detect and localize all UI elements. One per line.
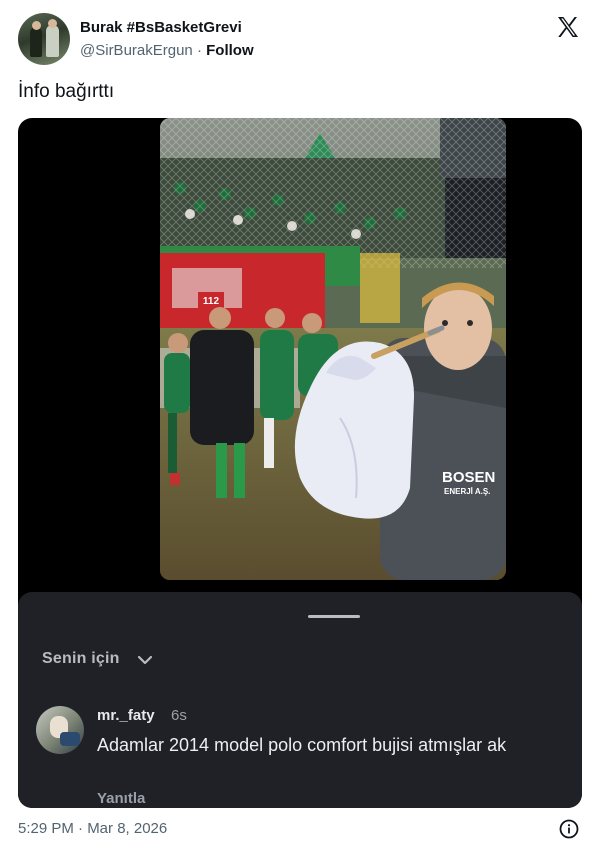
video-frame[interactable]: 112 8 <box>160 118 506 580</box>
tweet-header: Burak #BsBasketGrevi @SirBurakErgun · Fo… <box>18 12 584 68</box>
x-logo-icon[interactable] <box>556 15 580 39</box>
tweet-media[interactable]: 112 8 <box>18 118 582 808</box>
sponsor-line1: BOSEN <box>442 469 495 486</box>
follow-button[interactable]: Follow <box>206 42 254 59</box>
commenter-username[interactable]: mr._faty <box>97 707 155 724</box>
tweet-timestamp[interactable]: 5:29 PM · Mar 8, 2026 <box>18 820 167 837</box>
sponsor-line2: ENERJİ A.Ş. <box>444 487 490 496</box>
chevron-down-icon[interactable] <box>136 654 154 666</box>
author-handle[interactable]: @SirBurakErgun <box>80 42 193 59</box>
commenter-avatar[interactable] <box>36 706 84 754</box>
author-avatar[interactable] <box>18 13 70 65</box>
comment-text: Adamlar 2014 model polo comfort bujisi a… <box>97 735 507 755</box>
comment-filter[interactable]: Senin için <box>42 650 120 668</box>
comments-sheet[interactable]: Senin için mr._faty 6s Adamlar 2014 mode… <box>18 592 582 808</box>
separator-dot: · <box>196 42 202 59</box>
author-handle-row: @SirBurakErgun · Follow <box>80 42 254 59</box>
video-scene: 112 8 <box>160 118 506 580</box>
reply-button[interactable]: Yanıtla <box>97 790 145 807</box>
author-name[interactable]: Burak #BsBasketGrevi <box>80 19 242 36</box>
sheet-grabber[interactable] <box>308 615 360 618</box>
comment-time: 6s <box>171 707 187 724</box>
tweet-text: İnfo bağırttı <box>18 81 115 102</box>
info-icon[interactable] <box>559 819 579 839</box>
truck-number: 112 <box>203 296 220 307</box>
